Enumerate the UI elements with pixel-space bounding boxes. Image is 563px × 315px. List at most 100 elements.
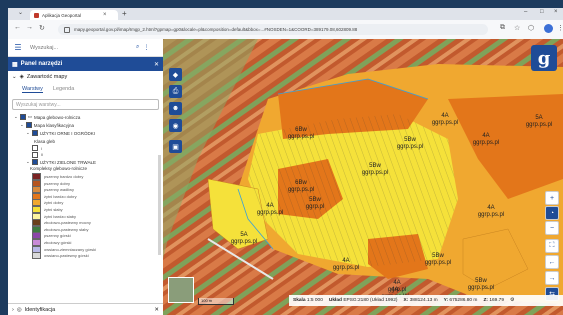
section-title: Zawartość mapy xyxy=(26,73,68,80)
soil-legend: pszenny bardzo dobry pszenny dobry pszenny… xyxy=(8,172,163,260)
soil-zone-label: 5A xyxy=(240,232,247,238)
layer-checkbox[interactable] xyxy=(31,159,38,166)
soil-zone-label: ggrp.ps.pl xyxy=(333,265,359,271)
legend-label: żytni bardzo słaby xyxy=(44,213,77,219)
zoom-in-icon[interactable]: + xyxy=(545,191,559,205)
soil-zone-label: ggrp.ps.pl xyxy=(473,140,499,146)
tools-icon: ▦ xyxy=(12,61,18,68)
close-tab-icon[interactable]: × xyxy=(103,12,107,18)
camera-icon[interactable]: ▣ xyxy=(169,140,182,153)
translate-icon[interactable]: ⧉ xyxy=(500,24,505,32)
legend-item: II xyxy=(8,151,163,159)
soil-zone-label: 5Bw xyxy=(404,137,416,143)
site-info-icon[interactable] xyxy=(64,26,70,33)
fullscreen-icon[interactable]: ⛶ xyxy=(545,239,559,253)
profile-avatar[interactable] xyxy=(544,24,553,33)
tab-layers[interactable]: Warstwy xyxy=(22,86,43,93)
scale-value: 1:5 000 xyxy=(306,298,323,303)
status-bar: Skala 1:5 000 Układ EPSG:2180 (Układ 199… xyxy=(289,295,563,306)
crs-value: EPSG:2180 (Układ 1992) xyxy=(343,298,398,303)
y-label: Y: xyxy=(443,298,449,303)
search-options-icon[interactable]: ⋮ xyxy=(143,44,149,51)
scale-readout[interactable]: Skala 1:5 000 xyxy=(293,298,323,303)
legend-item: owsiano-pastewny górski xyxy=(8,252,163,260)
panel-scrollbar[interactable] xyxy=(158,155,161,255)
chevron-down-icon[interactable]: ⌄ xyxy=(26,130,30,136)
identify-close-icon[interactable]: ✕ xyxy=(154,307,159,313)
layer-checkbox[interactable] xyxy=(19,114,26,120)
back-icon[interactable]: ← xyxy=(14,24,21,31)
back-extent-icon[interactable]: ← xyxy=(545,255,559,269)
chevron-down-icon[interactable]: ⌄ xyxy=(26,159,30,165)
maximize-icon[interactable]: □ xyxy=(540,9,544,15)
panel-close-icon[interactable]: ✕ xyxy=(154,61,159,68)
zoom-level-icon[interactable]: ◔ xyxy=(545,206,559,220)
section-map-contents[interactable]: ⌄ ◈ Zawartość mapy xyxy=(8,71,163,82)
chevron-down-icon[interactable]: ⌄ xyxy=(14,114,18,120)
legend-label: I xyxy=(41,145,43,151)
minimize-icon[interactable]: – xyxy=(524,9,527,15)
street-view-icon[interactable]: ☻ xyxy=(169,102,182,115)
tree-row[interactable]: ⌄ ▭ Mapa glebowo-rolnicza xyxy=(8,113,163,121)
browser-menu-icon[interactable]: ⋮ xyxy=(557,24,563,32)
window-close-icon[interactable]: × xyxy=(554,9,558,15)
legend-label: pszenny górski xyxy=(44,233,71,239)
layer-checkbox[interactable] xyxy=(31,130,38,136)
address-bar-row: ← → ↻ mapy.geoportal.gov.pl/imap/Imgp_2.… xyxy=(8,20,563,40)
settings-icon[interactable]: ⚙ xyxy=(510,298,514,303)
folder-icon: ▭ xyxy=(27,114,33,119)
tab-legend[interactable]: Legenda xyxy=(53,86,74,92)
bookmark-star-icon[interactable]: ☆ xyxy=(514,24,520,32)
soil-zone-label: ggrp.ps.pl xyxy=(231,239,257,245)
tree-row[interactable]: ⌄ Mapa klasyfikacyjna xyxy=(8,121,163,129)
zoom-out-icon[interactable]: − xyxy=(545,221,559,235)
legend-label: owsiano-pastewny górski xyxy=(44,253,89,259)
geoportal-logo[interactable]: g xyxy=(531,45,557,71)
soil-zone-label: ggrp.ps.pl xyxy=(288,134,314,140)
url-text: mapy.geoportal.gov.pl/imap/Imgp_2.html?g… xyxy=(74,27,358,32)
browser-tab[interactable]: Aplikacja Geoportal × xyxy=(30,10,118,20)
tab-list-icon[interactable]: ⌄ xyxy=(18,9,23,16)
soil-zone-label: ggrp.ps.pl xyxy=(362,170,388,176)
layer-filter-input[interactable]: Wyszukaj warstwy... xyxy=(12,99,159,110)
soil-zone-label: ggrp.ps.pl xyxy=(425,260,451,266)
search-input[interactable] xyxy=(28,43,132,52)
legend-label: pszenny bardzo dobry xyxy=(44,173,84,179)
identify-label: Identyfikacja xyxy=(24,306,56,313)
soil-zone-label: ggrp.ps.pl xyxy=(288,187,314,193)
layer-label: UŻYTKI ZIELONE TRWAŁE xyxy=(39,159,96,165)
legend-item: I xyxy=(8,145,163,152)
reload-icon[interactable]: ↻ xyxy=(39,24,45,32)
layer-checkbox[interactable] xyxy=(25,122,32,128)
tree-row[interactable]: ⌄ UŻYTKI ORNE I OGRÓDKI xyxy=(8,129,163,137)
crs-readout[interactable]: Układ EPSG:2180 (Układ 1992) xyxy=(329,298,398,303)
extensions-icon[interactable]: ⬡ xyxy=(528,24,534,32)
soil-zone-label: ggrp.ps.pl xyxy=(526,122,552,128)
panel-title: Panel narzędzi xyxy=(20,61,63,67)
x-value: 388124.13 m xyxy=(409,298,438,303)
crs-label: Układ xyxy=(328,298,342,303)
scale-bar: 100 m xyxy=(198,298,234,305)
address-bar[interactable]: mapy.geoportal.gov.pl/imap/Imgp_2.html?g… xyxy=(58,24,488,35)
chevron-right-icon: › xyxy=(12,306,14,313)
search-icon[interactable]: ⌕ xyxy=(136,44,139,51)
new-tab-icon[interactable]: + xyxy=(122,9,127,18)
soil-zone-label: ggrp.ps.pl xyxy=(432,120,458,126)
identify-bar[interactable]: › ◎ Identyfikacja ✕ xyxy=(8,303,163,315)
forward-extent-icon[interactable]: → xyxy=(545,271,559,285)
layers-tool-icon[interactable]: ◆ xyxy=(169,68,182,81)
screenshot-icon[interactable]: ◉ xyxy=(169,119,182,132)
search-bar: ☰ ⌕ ⋮ xyxy=(8,39,163,57)
tree-row[interactable]: ⌄ UŻYTKI ZIELONE TRWAŁE xyxy=(8,158,163,166)
scale-label: Skala xyxy=(293,298,306,303)
soil-zone-label: 4A xyxy=(342,258,349,264)
forward-icon[interactable]: → xyxy=(26,24,33,31)
y-readout: Y: 675286.80 m xyxy=(444,298,478,303)
overview-map[interactable] xyxy=(168,277,194,303)
y-value: 675286.80 m xyxy=(449,298,478,303)
menu-icon[interactable]: ☰ xyxy=(8,43,28,52)
legend-label: zbożowy górski xyxy=(44,239,72,245)
soil-zone-label: 5Bw xyxy=(369,163,381,169)
print-icon[interactable]: ⎙ xyxy=(169,85,182,98)
chevron-down-icon[interactable]: ⌄ xyxy=(20,122,24,128)
